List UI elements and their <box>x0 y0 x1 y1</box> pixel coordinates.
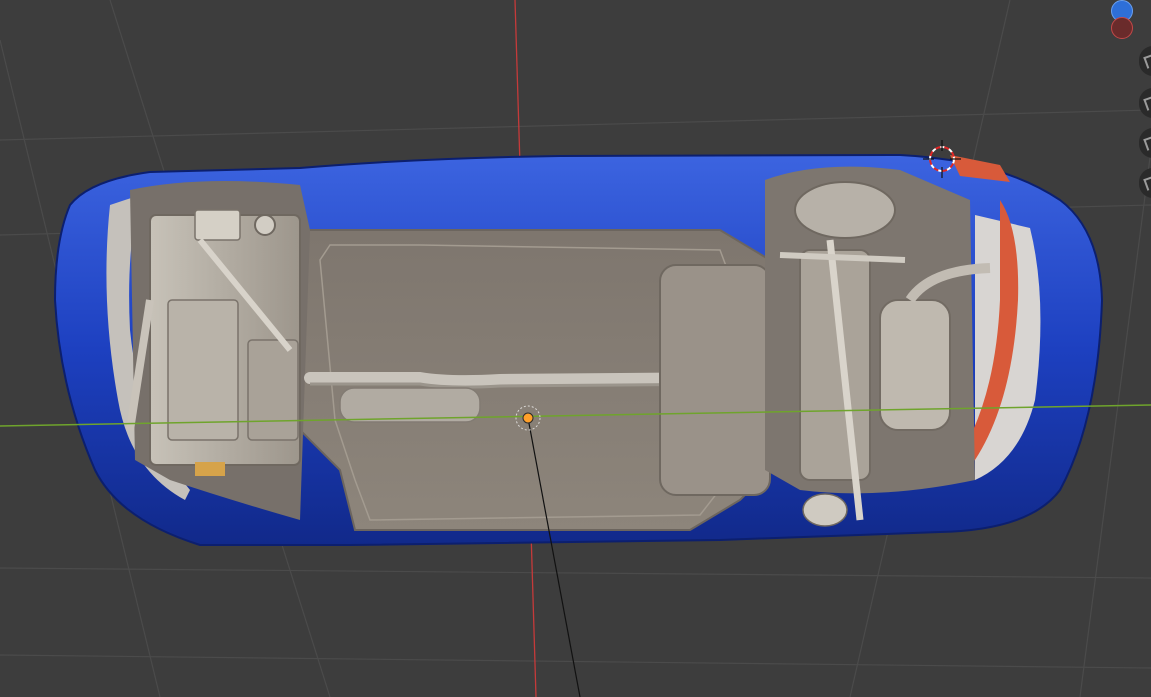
fuel-tank[interactable] <box>659 264 771 496</box>
viewport-canvas[interactable] <box>0 0 1151 697</box>
engine-assembly[interactable] <box>126 209 301 476</box>
car-model[interactable] <box>53 153 1104 546</box>
3d-viewport[interactable] <box>0 0 1151 697</box>
gizmo-neg-x-axis-button[interactable] <box>1111 17 1133 39</box>
